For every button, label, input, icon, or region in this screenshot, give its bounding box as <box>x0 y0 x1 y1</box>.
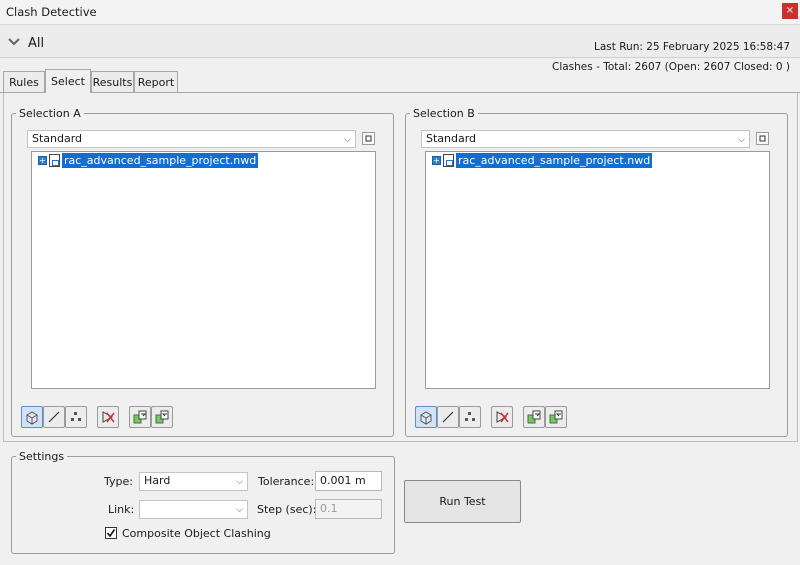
selection-a-title: Selection A <box>16 107 84 120</box>
points-icon <box>465 412 475 421</box>
selection-a-mode-value: Standard <box>32 132 83 145</box>
selection-a-tree-item[interactable]: rac_advanced_sample_project.nwd <box>62 153 259 168</box>
use-selection-icon <box>527 410 541 424</box>
tab-report[interactable]: Report <box>134 71 178 92</box>
selection-b-points-button[interactable] <box>459 406 481 428</box>
selection-b-tree[interactable]: + rac_advanced_sample_project.nwd <box>425 151 770 389</box>
step-label: Step (sec): <box>257 503 317 516</box>
selection-b-mode-dropdown[interactable]: Standard ⌵ <box>421 130 750 148</box>
select-in-scene-icon <box>549 410 563 424</box>
tolerance-label: Tolerance: <box>258 475 315 488</box>
selection-a-self-intersect-button[interactable] <box>97 406 119 428</box>
composite-object-clashing-label: Composite Object Clashing <box>122 527 271 540</box>
file-icon <box>443 154 454 167</box>
expand-icon[interactable]: + <box>432 156 441 165</box>
expand-icon[interactable]: + <box>38 156 47 165</box>
selection-b-title: Selection B <box>410 107 478 120</box>
window-icon <box>365 135 372 142</box>
clashes-summary: Clashes - Total: 2607 (Open: 2607 Closed… <box>552 61 790 73</box>
link-label: Link: <box>108 503 135 516</box>
chevron-down-icon: ⌵ <box>236 477 243 487</box>
chevron-down-icon[interactable] <box>8 38 20 46</box>
tab-results[interactable]: Results <box>91 71 134 92</box>
selection-b-lines-button[interactable] <box>437 406 459 428</box>
tab-select[interactable]: Select <box>45 69 91 93</box>
chevron-down-icon: ⌵ <box>738 135 745 145</box>
type-label: Type: <box>104 475 133 488</box>
use-selection-icon <box>133 410 147 424</box>
selection-b-tree-item[interactable]: rac_advanced_sample_project.nwd <box>456 153 653 168</box>
self-intersect-icon <box>496 411 509 423</box>
selection-b-use-current-selection-button[interactable] <box>523 406 545 428</box>
composite-object-clashing-checkbox[interactable] <box>105 527 117 539</box>
selection-a-select-in-scene-button[interactable] <box>151 406 173 428</box>
file-icon <box>49 154 60 167</box>
step-input[interactable]: 0.1 <box>315 499 382 519</box>
chevron-down-icon: ⌵ <box>236 505 243 515</box>
selection-a-mode-dropdown[interactable]: Standard ⌵ <box>27 130 356 148</box>
selection-a-use-current-selection-button[interactable] <box>129 406 151 428</box>
chevron-down-icon: ⌵ <box>344 135 351 145</box>
selection-a-lines-button[interactable] <box>43 406 65 428</box>
selection-a-surfaces-button[interactable] <box>21 406 43 428</box>
test-group-label: All <box>28 36 45 51</box>
selection-b-options-button[interactable] <box>756 132 769 145</box>
surfaces-icon <box>420 411 432 425</box>
surfaces-icon <box>26 411 38 425</box>
selection-a-points-button[interactable] <box>65 406 87 428</box>
lines-icon <box>442 411 454 423</box>
window-icon <box>759 135 766 142</box>
selection-b-self-intersect-button[interactable] <box>491 406 513 428</box>
selection-b-select-in-scene-button[interactable] <box>545 406 567 428</box>
select-in-scene-icon <box>155 410 169 424</box>
test-header: All Last Run: 25 February 2025 16:58:47 <box>0 25 800 58</box>
settings-title: Settings <box>16 450 68 463</box>
points-icon <box>71 412 81 421</box>
tab-rules[interactable]: Rules <box>3 71 45 92</box>
run-test-button[interactable]: Run Test <box>404 480 521 523</box>
type-dropdown[interactable]: Hard ⌵ <box>139 472 248 491</box>
type-value: Hard <box>144 474 171 487</box>
title-bar: Clash Detective × <box>0 0 800 25</box>
last-run-text: Last Run: 25 February 2025 16:58:47 <box>594 41 790 53</box>
selection-a-tree[interactable]: + rac_advanced_sample_project.nwd <box>31 151 376 389</box>
tolerance-input[interactable]: 0.001 m <box>315 471 382 491</box>
close-button[interactable]: × <box>782 3 798 19</box>
selection-b-mode-value: Standard <box>426 132 477 145</box>
link-dropdown[interactable]: ⌵ <box>139 500 248 519</box>
window-title: Clash Detective <box>6 5 97 19</box>
selection-b-surfaces-button[interactable] <box>415 406 437 428</box>
self-intersect-icon <box>102 411 115 423</box>
checkmark-icon <box>106 529 116 538</box>
lines-icon <box>48 411 60 423</box>
selection-a-options-button[interactable] <box>362 132 375 145</box>
